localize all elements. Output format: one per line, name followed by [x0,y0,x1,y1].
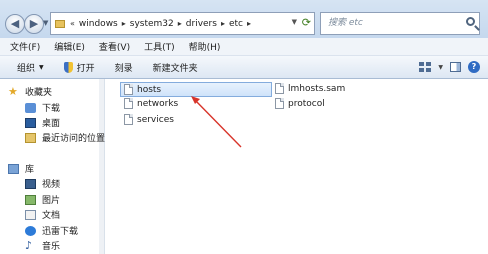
file-name: services [137,114,174,125]
overflow-chevron[interactable]: « [70,19,75,28]
file-name: lmhosts.sam [288,83,346,94]
nav-item-thunder-downloads[interactable]: 迅雷下载 [25,224,78,237]
nav-item-pictures[interactable]: 图片 [25,193,60,206]
file-name: networks [137,98,179,109]
breadcrumb-arrow-icon[interactable]: ▸ [221,19,225,28]
menu-edit[interactable]: 编辑(E) [54,40,85,53]
nav-item-downloads[interactable]: 下载 [25,101,60,114]
view-options-icon[interactable] [419,62,432,72]
breadcrumb-windows[interactable]: windows [79,19,118,29]
file-icon [275,83,284,94]
nav-item-videos[interactable]: 视频 [25,177,60,190]
documents-icon [25,209,36,220]
shield-icon [63,61,73,73]
address-bar[interactable]: « windows ▸ system32 ▸ drivers ▸ etc ▸ ▼… [50,12,315,35]
nav-label: 下载 [42,104,61,114]
file-item-protocol[interactable]: protocol [275,98,325,109]
address-dropdown-icon[interactable]: ▼ [292,18,297,26]
nav-item-libraries[interactable]: 库 [8,162,34,175]
nav-label: 视频 [42,180,61,190]
file-item-services[interactable]: services [124,114,174,125]
nav-item-desktop[interactable]: 桌面 [25,116,60,129]
search-input[interactable]: 搜索 etc [320,12,480,35]
file-item-networks[interactable]: networks [124,98,178,109]
organize-button[interactable]: 组织 ▼ [17,61,44,74]
navigation-scrollbar[interactable] [99,79,104,254]
download-icon [25,102,36,113]
nav-label: 收藏夹 [25,88,53,98]
chevron-down-icon[interactable]: ▼ [438,64,443,71]
burn-label: 刻录 [114,63,133,74]
new-folder-button[interactable]: 新建文件夹 [153,61,198,74]
forward-arrow-icon[interactable]: ▶ [24,14,44,34]
nav-item-favorites[interactable]: ★ 收藏夹 [8,84,53,99]
file-item-hosts[interactable]: hosts [120,82,272,97]
menu-bar: 文件(F) 编辑(E) 查看(V) 工具(T) 帮助(H) [0,38,488,56]
file-item-lmhosts-sam[interactable]: lmhosts.sam [275,83,345,94]
nav-label: 迅雷下载 [42,227,79,237]
open-button[interactable]: 打开 [63,61,95,74]
file-name: hosts [137,84,162,95]
nav-label: 桌面 [42,119,61,129]
menu-view[interactable]: 查看(V) [99,40,130,53]
nav-label: 最近访问的位置 [42,134,106,144]
file-name: protocol [288,98,325,109]
preview-pane-icon[interactable] [450,62,461,72]
breadcrumb-system32[interactable]: system32 [130,19,174,29]
chevron-down-icon: ▼ [39,63,44,71]
nav-item-documents[interactable]: 文档 [25,208,60,221]
organize-label: 组织 [17,63,36,74]
library-icon [8,163,19,174]
file-icon [124,98,133,109]
back-arrow-icon[interactable]: ◀ [5,14,25,34]
video-icon [25,178,36,189]
command-bar: 组织 ▼ 打开 刻录 新建文件夹 ▼ ? [0,56,488,79]
recent-places-icon [25,132,36,143]
thunder-download-icon [25,225,36,236]
burn-button[interactable]: 刻录 [115,61,133,74]
nav-label: 音乐 [42,242,61,252]
breadcrumb-arrow-icon[interactable]: ▸ [122,19,126,28]
nav-item-music[interactable]: ♪ 音乐 [25,238,61,253]
nav-label: 文档 [42,211,61,221]
new-folder-label: 新建文件夹 [152,63,198,74]
breadcrumb-arrow-icon[interactable]: ▸ [178,19,182,28]
nav-label: 图片 [42,196,61,206]
breadcrumb-etc[interactable]: etc [229,19,243,29]
refresh-icon[interactable]: ⟳ [302,16,311,29]
nav-item-recent[interactable]: 最近访问的位置 [25,131,105,144]
folder-icon [55,19,65,28]
search-icon[interactable] [466,17,475,26]
file-icon [275,98,284,109]
help-icon[interactable]: ? [468,61,480,73]
pictures-icon [25,194,36,205]
file-icon [124,84,133,95]
menu-help[interactable]: 帮助(H) [189,40,221,53]
music-icon: ♪ [25,238,33,252]
breadcrumb-arrow-icon[interactable]: ▸ [247,19,251,28]
view-controls: ▼ ? [419,61,480,73]
file-icon [124,114,133,125]
breadcrumb-drivers[interactable]: drivers [186,19,217,29]
open-label: 打开 [76,63,95,74]
menu-tools[interactable]: 工具(T) [144,40,175,53]
recent-pages-chevron-icon[interactable]: ▼ [43,19,48,27]
desktop-icon [25,117,36,128]
star-icon: ★ [8,84,18,98]
nav-label: 库 [25,165,35,175]
menu-file[interactable]: 文件(F) [10,40,40,53]
